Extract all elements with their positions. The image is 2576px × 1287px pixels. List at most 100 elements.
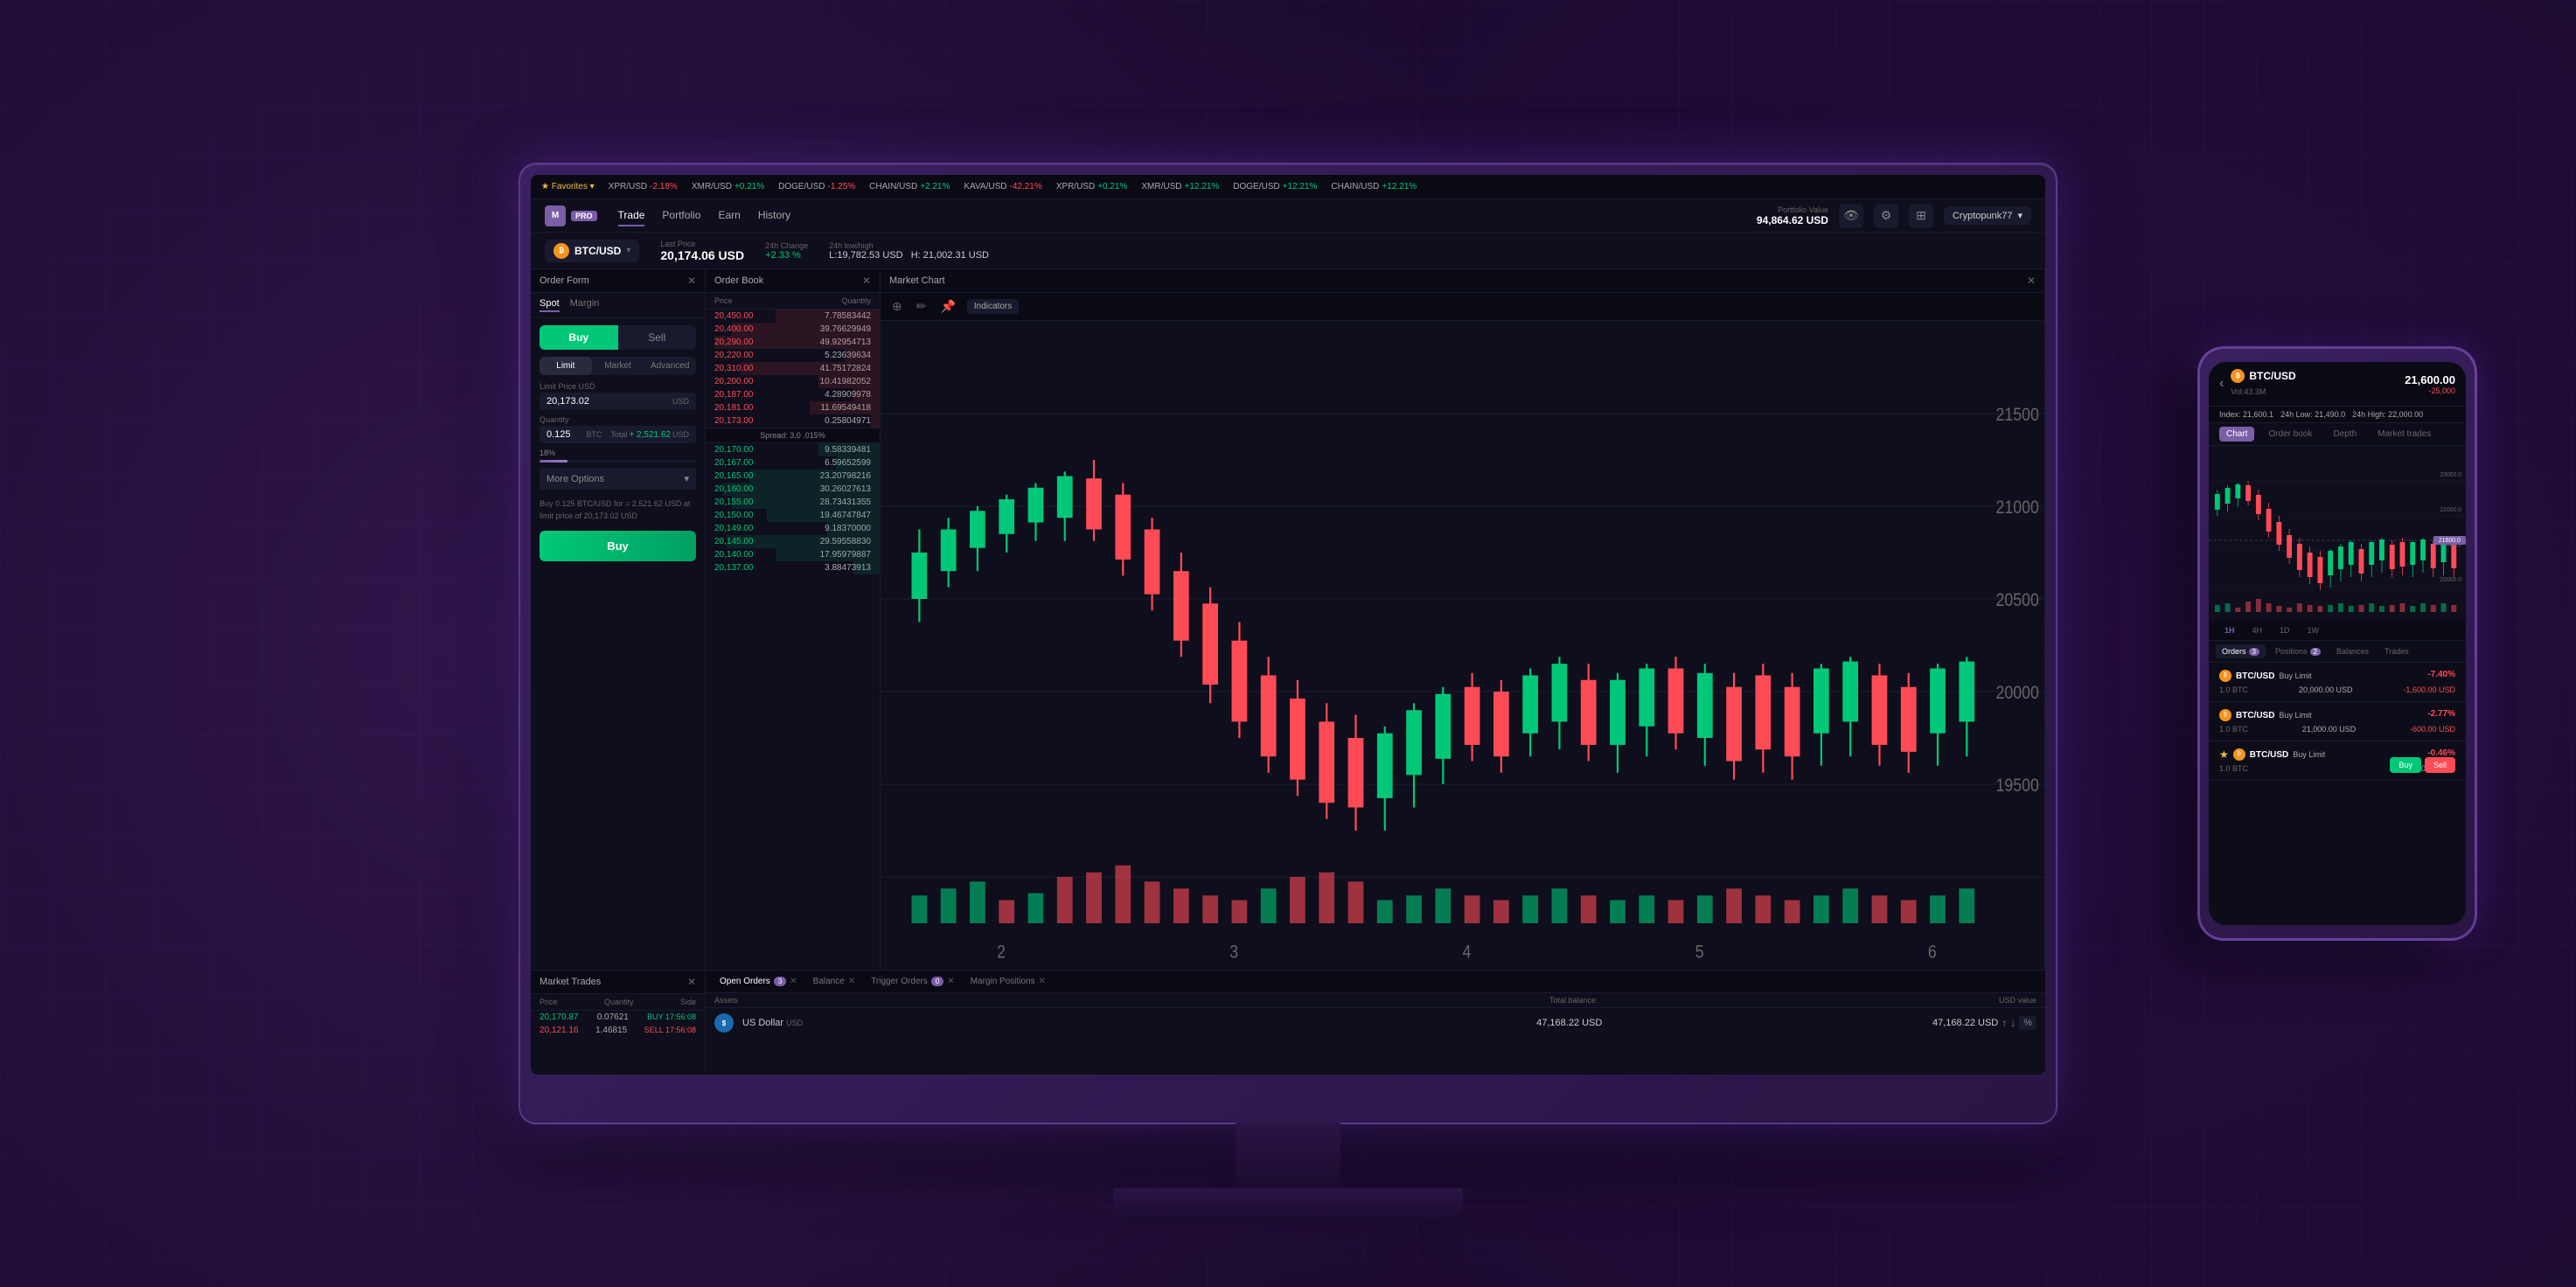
market-trade-row[interactable]: 20,170.87 0.07621 BUY 17:56:08	[531, 1011, 705, 1024]
svg-text:22000.0: 22000.0	[2440, 507, 2461, 513]
tab-trigger-orders[interactable]: Trigger Orders 0 ✕	[864, 974, 962, 989]
down-arrow-icon[interactable]: ↓	[2010, 1017, 2016, 1029]
order-book-close[interactable]: ✕	[862, 275, 871, 287]
tab-advanced[interactable]: Advanced	[644, 357, 696, 375]
grid-icon-btn[interactable]: ⊞	[1909, 204, 1933, 228]
mobile-pair-name: BTC/USD	[2249, 370, 2295, 382]
annotate-icon[interactable]: 📌	[937, 296, 957, 317]
ob-sell-row[interactable]: 20,173.00 0.25804971	[706, 414, 880, 428]
ob-buy-row[interactable]: 20,170.00 9.58339481	[706, 443, 880, 456]
tab-open-orders[interactable]: Open Orders 3 ✕	[713, 974, 804, 989]
pair-selector[interactable]: ₿ BTC/USD ▾	[545, 240, 639, 262]
order-form-close[interactable]: ✕	[687, 275, 696, 287]
ob-sell-row[interactable]: 20,187.00 4.28909978	[706, 388, 880, 401]
ob-sell-row[interactable]: 20,220.00 5.23639634	[706, 349, 880, 362]
ticker-item[interactable]: KAVA/USD -42.21%	[964, 182, 1041, 191]
svg-text:21500: 21500	[1996, 405, 2039, 426]
ob-buy-row[interactable]: 20,140.00 17.95979887	[706, 548, 880, 561]
market-trade-row[interactable]: 20,121.16 1.46815 SELL 17:56:08	[531, 1024, 705, 1037]
ob-sell-row[interactable]: 20,181.00 11.69549418	[706, 401, 880, 414]
ticker-item[interactable]: CHAIN/USD +12.21%	[1331, 182, 1417, 191]
ob-buy-row[interactable]: 20,150.00 19.46747847	[706, 509, 880, 522]
ticker-item[interactable]: XMR/USD +0.21%	[692, 182, 764, 191]
ticker-item[interactable]: XMR/USD +12.21%	[1141, 182, 1219, 191]
nav-link-history[interactable]: History	[758, 205, 790, 226]
quantity-slider[interactable]: 18%	[540, 449, 696, 463]
svg-text:20500: 20500	[1996, 590, 2039, 611]
mobile-tab-orders[interactable]: Orders 3	[2216, 644, 2266, 658]
mobile-time-1w[interactable]: 1W	[2302, 624, 2325, 637]
ob-buy-row[interactable]: 20,137.00 3.88473913	[706, 561, 880, 574]
mobile-action-buttons: Buy Sell	[2390, 757, 2455, 773]
mobile-sell-button[interactable]: Sell	[2425, 757, 2455, 773]
nav-logo[interactable]: M PRO	[545, 205, 597, 226]
mobile-tab-positions[interactable]: Positions 2	[2269, 644, 2327, 658]
order-summary: Buy 0.125 BTC/USD for = 2,521.62 USD at …	[540, 498, 696, 522]
mobile-time-1h[interactable]: 1H	[2219, 624, 2240, 637]
ticker-item[interactable]: XPR/USD -2.18%	[609, 182, 678, 191]
ob-sell-row[interactable]: 20,200.00 10.41982052	[706, 375, 880, 388]
ob-sell-row[interactable]: 20,450.00 7.78583442	[706, 310, 880, 323]
ob-buy-row[interactable]: 20,167.00 6.59652599	[706, 456, 880, 470]
ticker-item[interactable]: CHAIN/USD +2.21%	[869, 182, 950, 191]
market-trades-close[interactable]: ✕	[687, 976, 696, 988]
mobile-tab-chart[interactable]: Chart	[2219, 427, 2254, 442]
quantity-input[interactable]: 0.125 BTC Total + 2,521.62 USD	[540, 426, 696, 443]
mobile-back-button[interactable]: ‹	[2219, 376, 2224, 392]
favorites-button[interactable]: ★ Favorites ▾	[541, 182, 595, 191]
ticker-change: -42.21%	[1009, 182, 1041, 191]
margin-positions-close[interactable]: ✕	[1039, 977, 1046, 986]
mobile-tab-depth[interactable]: Depth	[2326, 427, 2364, 442]
ob-buy-row[interactable]: 20,145.00 29.59558830	[706, 535, 880, 548]
ob-sell-row[interactable]: 20,310.00 41.75172824	[706, 362, 880, 375]
nav-link-trade[interactable]: Trade	[618, 205, 645, 226]
more-options-button[interactable]: More Options ▾	[540, 468, 696, 490]
mobile-tab-market-trades[interactable]: Market trades	[2371, 427, 2438, 442]
limit-price-input[interactable]: 20,173.02 USD	[540, 393, 696, 410]
ticker-item[interactable]: DOGE/USD +12.21%	[1233, 182, 1317, 191]
balance-close[interactable]: ✕	[848, 977, 855, 986]
display-icon-btn[interactable]: 👁	[1839, 204, 1863, 228]
ob-buy-row[interactable]: 20,149.00 9.18370000	[706, 522, 880, 535]
nav-link-earn[interactable]: Earn	[718, 205, 740, 226]
mt-qty: 0.07621	[597, 1012, 629, 1022]
tab-limit[interactable]: Limit	[540, 357, 592, 375]
open-orders-close[interactable]: ✕	[790, 977, 797, 986]
sell-button[interactable]: Sell	[618, 325, 697, 350]
mobile-tab-balances[interactable]: Balances	[2330, 644, 2375, 658]
ob-sell-row[interactable]: 20,290.00 49.92954713	[706, 336, 880, 349]
draw-icon[interactable]: ✏	[914, 296, 929, 317]
up-arrow-icon[interactable]: ↑	[2002, 1017, 2007, 1029]
buy-button[interactable]: Buy	[540, 325, 618, 350]
ticker-item[interactable]: DOGE/USD -1.25%	[778, 182, 855, 191]
ob-buy-row[interactable]: 20,165.00 23.20798216	[706, 470, 880, 483]
ob-qty: 19.46747847	[820, 511, 871, 520]
trigger-orders-close[interactable]: ✕	[947, 977, 954, 986]
nav-link-portfolio[interactable]: Portfolio	[662, 205, 700, 226]
mobile-time-4h[interactable]: 4H	[2247, 624, 2268, 637]
tab-margin[interactable]: Margin	[570, 298, 600, 312]
mobile-tab-orderbook[interactable]: Order book	[2261, 427, 2319, 442]
ticker-pair: XPR/USD	[1056, 182, 1095, 191]
percent-toggle[interactable]: %	[2019, 1016, 2036, 1030]
ob-buy-row[interactable]: 20,155.00 28.73431355	[706, 496, 880, 509]
pair-chevron-icon: ▾	[626, 246, 630, 255]
tab-margin-positions[interactable]: Margin Positions ✕	[964, 974, 1053, 989]
place-order-button[interactable]: Buy	[540, 531, 696, 561]
tab-balance[interactable]: Balance ✕	[806, 974, 863, 989]
ob-price: 20,160.00	[714, 484, 754, 494]
ob-buy-row[interactable]: 20,160.00 30.26027613	[706, 483, 880, 496]
crosshair-icon[interactable]: ⊕	[889, 296, 905, 317]
indicators-button[interactable]: Indicators	[967, 299, 1019, 314]
tab-spot[interactable]: Spot	[540, 298, 560, 312]
mobile-time-1d[interactable]: 1D	[2274, 624, 2295, 637]
user-badge[interactable]: Cryptopunk77 ▾	[1944, 206, 2031, 225]
total-unit: USD	[672, 430, 689, 439]
ticker-item[interactable]: XPR/USD +0.21%	[1056, 182, 1128, 191]
mobile-buy-button[interactable]: Buy	[2390, 757, 2421, 773]
ob-sell-row[interactable]: 20,400.00 39.76629949	[706, 323, 880, 336]
settings-icon-btn[interactable]: ⚙	[1874, 204, 1898, 228]
chart-close[interactable]: ✕	[2027, 275, 2036, 287]
mobile-tab-trades[interactable]: Trades	[2378, 644, 2415, 658]
tab-market[interactable]: Market	[592, 357, 644, 375]
